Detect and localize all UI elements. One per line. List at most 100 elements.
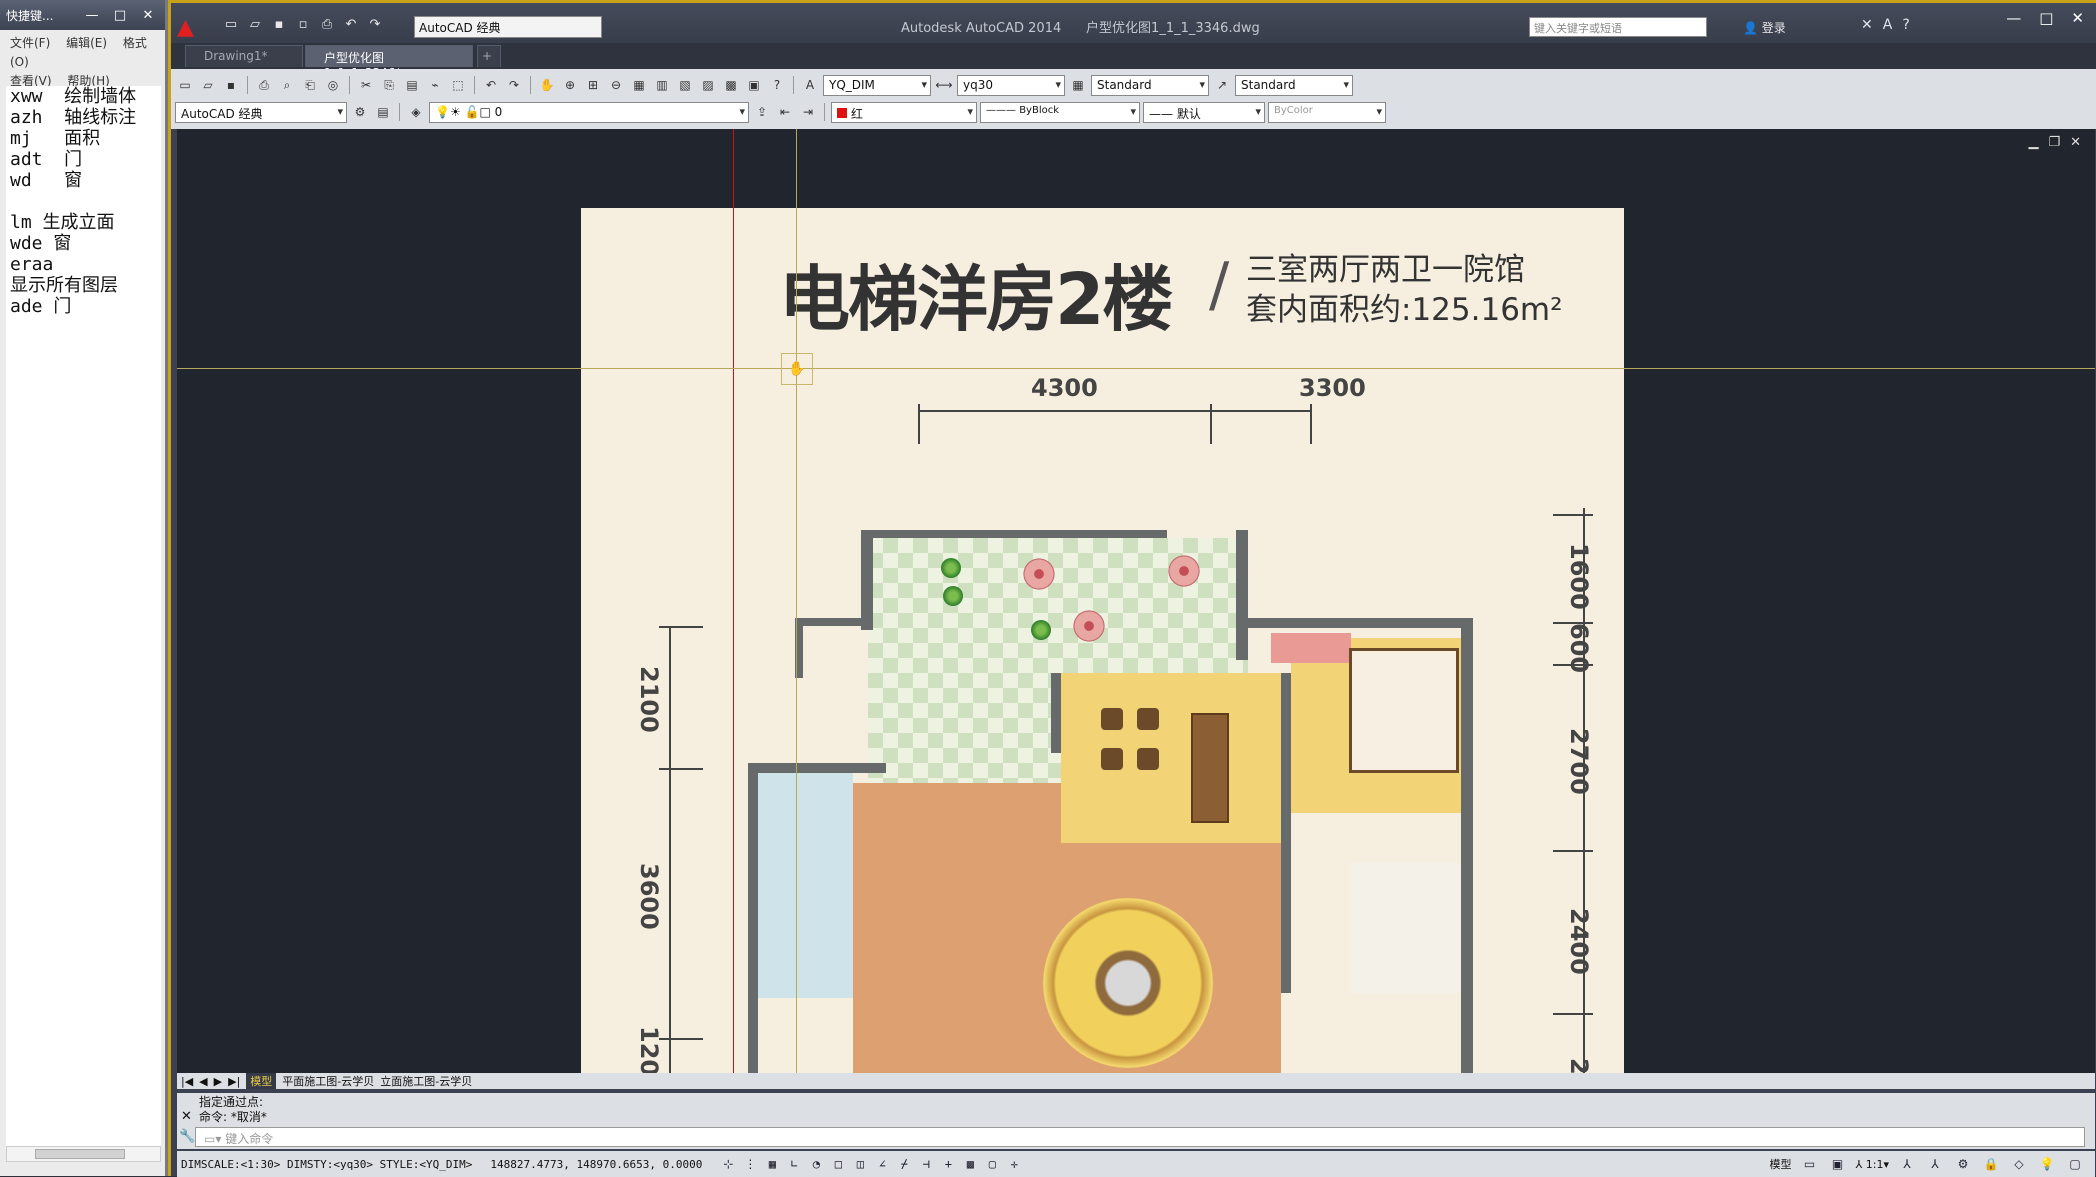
lineweight-dropdown[interactable]: —— 默认 xyxy=(1143,101,1265,123)
transparency-icon[interactable]: ▩ xyxy=(960,1155,980,1173)
3d-osnap-icon[interactable]: ◫ xyxy=(850,1155,870,1173)
3d-dwf-icon[interactable]: ◎ xyxy=(323,75,343,95)
pan-icon[interactable]: ✋ xyxy=(537,75,557,95)
open-file-icon[interactable]: ▱ xyxy=(245,17,265,35)
properties-icon[interactable]: ▦ xyxy=(629,75,649,95)
workspace-dropdown[interactable]: AutoCAD 经典 xyxy=(414,16,602,38)
menu-file[interactable]: 文件(F) xyxy=(10,36,50,50)
zoom-realtime-icon[interactable]: ⊕ xyxy=(560,75,580,95)
block-editor-icon[interactable]: ⬚ xyxy=(448,75,468,95)
dim-style-dropdown[interactable]: yq30 xyxy=(957,74,1065,96)
lineweight-toggle-icon[interactable]: + xyxy=(938,1155,958,1173)
redo-icon[interactable]: ↷ xyxy=(365,17,385,35)
tool-palettes-icon[interactable]: ▧ xyxy=(675,75,695,95)
isolate-objects-icon[interactable]: 💡 xyxy=(2037,1155,2057,1173)
app-close-button[interactable]: ✕ xyxy=(2071,9,2084,27)
exchange-icon[interactable]: ✕ xyxy=(1861,17,1873,33)
horizontal-scrollbar[interactable] xyxy=(6,1146,161,1162)
color-dropdown[interactable]: 红 xyxy=(831,101,977,123)
help-icon[interactable]: ? xyxy=(767,75,787,95)
grid-display-icon[interactable]: ▦ xyxy=(762,1155,782,1173)
print-icon[interactable]: ⎙ xyxy=(317,17,337,35)
layer-manager-icon[interactable]: ▤ xyxy=(373,102,393,122)
scrollbar-thumb[interactable] xyxy=(35,1149,125,1159)
calculator-icon[interactable]: ▣ xyxy=(744,75,764,95)
layer-properties-icon[interactable]: ◈ xyxy=(406,102,426,122)
object-snap-tracking-icon[interactable]: ∠ xyxy=(872,1155,892,1173)
quick-view-drawings-icon[interactable]: ▣ xyxy=(1828,1155,1848,1173)
quick-view-layouts-icon[interactable]: ▭ xyxy=(1800,1155,1820,1173)
layer-previous-icon[interactable]: ⇤ xyxy=(775,102,795,122)
hardware-acceleration-icon[interactable]: ◇ xyxy=(2009,1155,2029,1173)
autocad-logo-icon[interactable]: ▲ xyxy=(177,15,201,40)
viewport-restore-icon[interactable]: ❐ xyxy=(2048,135,2060,150)
markup-icon[interactable]: ▩ xyxy=(721,75,741,95)
tab-current-drawing[interactable]: 户型优化图1_1_1_3346*× xyxy=(305,45,473,80)
clean-screen-icon[interactable]: ▢ xyxy=(2065,1155,2085,1173)
dynamic-input-icon[interactable]: ⊣ xyxy=(916,1155,936,1173)
snap-mode-icon[interactable]: ⋮ xyxy=(740,1155,760,1173)
annotation-scale[interactable]: ⅄ 1:1▾ xyxy=(1856,1158,1889,1171)
new-tab-button[interactable]: + xyxy=(477,45,501,67)
preview-icon[interactable]: ⌕ xyxy=(277,75,297,95)
redo-icon[interactable]: ↷ xyxy=(504,75,524,95)
zoom-window-icon[interactable]: ⊞ xyxy=(583,75,603,95)
design-center-icon[interactable]: ▥ xyxy=(652,75,672,95)
text-style-dropdown[interactable]: YQ_DIM xyxy=(823,74,931,96)
cut-icon[interactable]: ✂ xyxy=(356,75,376,95)
polar-tracking-icon[interactable]: ◔ xyxy=(806,1155,826,1173)
autodesk-a360-icon[interactable]: A xyxy=(1883,17,1893,33)
allow-ucs-icon[interactable]: ⌿ xyxy=(894,1155,914,1173)
login-button[interactable]: 👤 登录 xyxy=(1743,19,1786,36)
app-maximize-button[interactable]: □ xyxy=(2039,9,2053,27)
drawing-canvas[interactable]: ▁ ❐ ✕ 电梯洋房2楼 / 三室两厅两卫一院馆 套内面积约:125.16m² … xyxy=(177,129,2095,1073)
plot-icon[interactable]: ⎙ xyxy=(254,75,274,95)
shortcut-window-titlebar[interactable]: 快捷键... — □ ✕ xyxy=(0,0,165,30)
make-current-icon[interactable]: ⇪ xyxy=(752,102,772,122)
layer-dropdown[interactable]: 💡☀ 🔓□ 0 xyxy=(429,101,749,123)
table-style-dropdown[interactable]: Standard xyxy=(1091,74,1209,96)
customize-wrench-icon[interactable]: 🔧 xyxy=(179,1129,195,1144)
paste-icon[interactable]: ▤ xyxy=(402,75,422,95)
dim-style-icon[interactable]: ⟷ xyxy=(934,75,954,95)
next-layout-icon[interactable]: ▶ xyxy=(214,1075,222,1088)
prev-layout-icon[interactable]: ◀ xyxy=(199,1075,207,1088)
ortho-mode-icon[interactable]: ∟ xyxy=(784,1155,804,1173)
zoom-previous-icon[interactable]: ⊖ xyxy=(606,75,626,95)
command-input[interactable]: ▭▾ 键入命令 xyxy=(195,1127,2085,1147)
linetype-dropdown[interactable]: ——— ByBlock xyxy=(980,101,1140,123)
maximize-button[interactable]: □ xyxy=(109,6,131,24)
first-layout-icon[interactable]: |◀ xyxy=(181,1075,193,1088)
new-icon[interactable]: ▭ xyxy=(175,75,195,95)
undo-icon[interactable]: ↶ xyxy=(481,75,501,95)
selection-cycling-icon[interactable]: ✛ xyxy=(1004,1155,1024,1173)
tab-drawing1[interactable]: Drawing1* xyxy=(185,45,303,67)
table-style-icon[interactable]: ▦ xyxy=(1068,75,1088,95)
publish-icon[interactable]: ⎗ xyxy=(300,75,320,95)
copy-icon[interactable]: ⎘ xyxy=(379,75,399,95)
undo-icon[interactable]: ↶ xyxy=(341,17,361,35)
tab-layout-plan[interactable]: 平面施工图-云学贝 xyxy=(282,1073,374,1089)
viewport-minimize-icon[interactable]: ▁ xyxy=(2028,135,2038,150)
layer-state-icon[interactable]: ⇥ xyxy=(798,102,818,122)
workspace-settings-icon[interactable]: ⚙ xyxy=(350,102,370,122)
plotstyle-dropdown[interactable]: ByColor xyxy=(1268,101,1386,123)
save-icon[interactable]: ▪ xyxy=(269,17,289,35)
workspace-switching-icon[interactable]: ⚙ xyxy=(1953,1155,1973,1173)
menu-edit[interactable]: 编辑(E) xyxy=(66,36,107,50)
viewport-close-icon[interactable]: ✕ xyxy=(2070,135,2081,150)
object-snap-icon[interactable]: □ xyxy=(828,1155,848,1173)
infer-constraints-icon[interactable]: ⊹ xyxy=(718,1155,738,1173)
minimize-button[interactable]: — xyxy=(81,6,103,24)
quick-properties-icon[interactable]: ▢ xyxy=(982,1155,1002,1173)
save-as-icon[interactable]: ▫ xyxy=(293,17,313,35)
model-space-button[interactable]: 模型 xyxy=(1770,1156,1792,1172)
search-input[interactable]: 键入关键字或短语 xyxy=(1529,17,1707,37)
close-button[interactable]: ✕ xyxy=(137,6,159,24)
save-icon[interactable]: ▪ xyxy=(221,75,241,95)
mleader-style-icon[interactable]: ↗ xyxy=(1212,75,1232,95)
cursor-coordinates[interactable]: 148827.4773, 148970.6653, 0.0000 xyxy=(490,1158,702,1171)
tab-model[interactable]: 模型 xyxy=(246,1073,277,1089)
text-style-icon[interactable]: A xyxy=(800,75,820,95)
open-icon[interactable]: ▱ xyxy=(198,75,218,95)
